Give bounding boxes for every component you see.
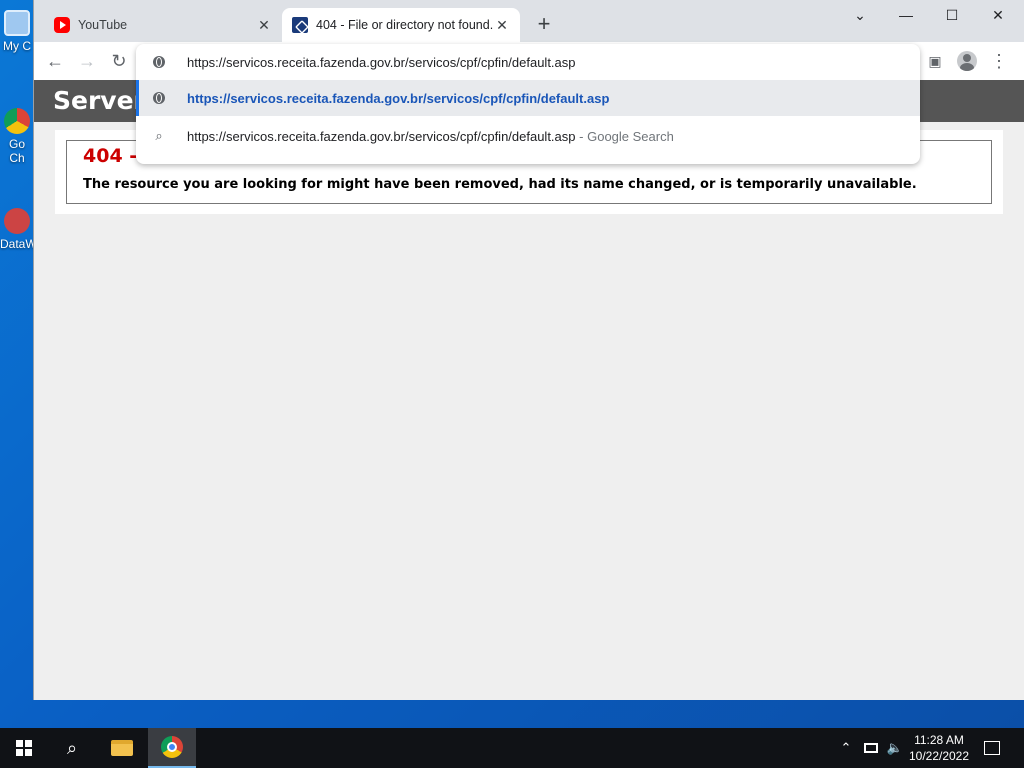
kebab-menu-icon: ⋮ [990, 50, 1008, 71]
reload-icon: ↻ [111, 50, 127, 71]
desktop-icon-label: DataW [0, 237, 37, 251]
close-icon[interactable]: ✕ [494, 17, 510, 33]
volume-button[interactable]: 🔈 [884, 728, 906, 768]
maximize-icon: ☐ [945, 6, 959, 23]
chevron-up-icon: ⌃ [840, 740, 852, 755]
suggestion-search: https://servicos.receita.fazenda.gov.br/… [187, 129, 674, 144]
notifications-button[interactable] [980, 728, 1004, 768]
youtube-icon [54, 17, 70, 33]
desktop-icon-google-chrome[interactable]: Go Ch [0, 108, 34, 165]
new-tab-button[interactable]: + [532, 11, 556, 36]
minimize-icon: — [899, 7, 913, 23]
chevron-down-icon: ⌄ [854, 6, 866, 23]
close-icon: ✕ [992, 6, 1004, 23]
search-icon: ⌕ [155, 128, 163, 143]
tab-404[interactable]: 404 - File or directory not found. ✕ [282, 8, 520, 42]
suggestion-suffix: Google Search [587, 128, 674, 144]
desktop-icon-dataw[interactable]: DataW [0, 208, 37, 251]
omnibox-suggestion[interactable]: ⌕ https://servicos.receita.fazenda.gov.b… [136, 118, 920, 154]
chrome-icon [161, 736, 183, 758]
tab-youtube[interactable]: YouTube ✕ [44, 8, 282, 42]
network-button[interactable] [860, 728, 882, 768]
error-message: The resource you are looking for might h… [83, 177, 917, 192]
minimize-button[interactable]: — [883, 4, 929, 26]
desktop-icon-label: Go Ch [8, 137, 25, 165]
receita-federal-icon [292, 17, 308, 33]
start-button[interactable] [0, 728, 48, 768]
menu-button[interactable]: ⋮ [987, 49, 1011, 73]
error-title: 404 - [83, 145, 138, 167]
suggestion-query: https://servicos.receita.fazenda.gov.br/… [187, 128, 576, 144]
close-window-button[interactable]: ✕ [975, 4, 1021, 26]
reload-button[interactable]: ↻ [107, 49, 131, 73]
desktop-icon-my-computer[interactable]: My C [0, 10, 34, 53]
notification-icon [984, 741, 1000, 755]
side-panel-icon: ▣ [928, 52, 942, 69]
globe-icon [152, 55, 166, 69]
speaker-icon: 🔈 [886, 740, 904, 755]
suggestion-separator: - [579, 128, 584, 144]
windows-icon [16, 740, 32, 756]
desktop-icon-label: My C [3, 39, 31, 53]
computer-icon [4, 10, 30, 36]
show-hidden-icons-button[interactable]: ⌃ [836, 728, 856, 768]
file-explorer-button[interactable] [98, 728, 146, 768]
folder-icon [111, 740, 133, 756]
close-icon[interactable]: ✕ [256, 17, 272, 33]
back-button[interactable]: ← [43, 49, 67, 73]
selection-indicator [136, 80, 139, 116]
arrow-right-icon: → [78, 50, 96, 71]
chrome-taskbar-button[interactable] [148, 728, 196, 768]
omnibox-dropdown: https://servicos.receita.fazenda.gov.br/… [136, 44, 920, 164]
omnibox-suggestion[interactable]: https://servicos.receita.fazenda.gov.br/… [136, 80, 920, 116]
suggestion-url: https://servicos.receita.fazenda.gov.br/… [187, 90, 610, 106]
globe-icon [152, 91, 166, 105]
avatar-icon [957, 51, 977, 71]
app-icon [4, 208, 30, 234]
side-panel-button[interactable]: ▣ [923, 49, 947, 73]
search-button[interactable]: ⌕ [48, 728, 96, 768]
page-content: Server 404 - The resource you are lookin… [34, 80, 1024, 700]
tab-search-button[interactable]: ⌄ [837, 4, 883, 26]
tab-title: YouTube [78, 18, 128, 32]
browser-window: YouTube ✕ 404 - File or directory not fo… [33, 0, 1024, 700]
tab-strip: YouTube ✕ 404 - File or directory not fo… [34, 0, 1024, 42]
clock-time: 11:28 AM [914, 733, 964, 747]
clock[interactable]: 11:28 AM 10/22/2022 [906, 728, 972, 768]
address-bar[interactable]: https://servicos.receita.fazenda.gov.br/… [136, 44, 920, 80]
network-icon [864, 743, 878, 753]
arrow-left-icon: ← [46, 50, 64, 71]
tab-title: 404 - File or directory not found. [316, 18, 494, 32]
search-icon: ⌕ [66, 737, 78, 758]
maximize-button[interactable]: ☐ [929, 4, 975, 26]
address-input[interactable]: https://servicos.receita.fazenda.gov.br/… [187, 55, 576, 70]
clock-date: 10/22/2022 [908, 749, 970, 763]
taskbar: ⌕ ⌃ 🔈 11:28 AM 10/22/2022 [0, 728, 1024, 768]
profile-button[interactable] [955, 49, 979, 73]
forward-button[interactable]: → [75, 49, 99, 73]
chrome-icon [4, 108, 30, 134]
